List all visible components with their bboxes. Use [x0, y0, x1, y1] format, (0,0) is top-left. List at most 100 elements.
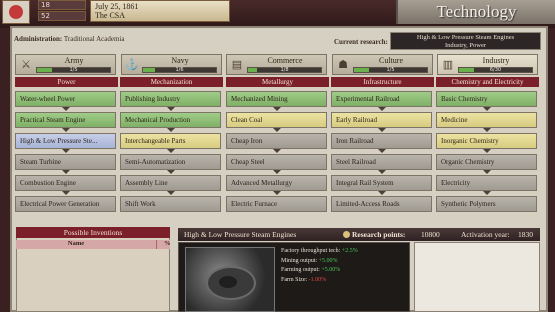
effect-row: Factory throughput tech: +2.5%	[281, 247, 406, 257]
tab-commerce[interactable]: ▤ Commerce 1/8	[226, 54, 327, 75]
tab-progress-text: 6/30	[489, 67, 502, 73]
research-points-value: 10800	[421, 230, 440, 239]
activation-year-value: 1830	[518, 230, 533, 239]
tech-button[interactable]: Publishing Industry	[120, 91, 221, 107]
tech-button[interactable]: Basic Chemistry	[436, 91, 537, 107]
tech-arrow-icon	[483, 107, 491, 111]
tech-button[interactable]: Limited-Access Roads	[331, 196, 432, 212]
tab-progress-bar: 1/5	[36, 67, 111, 73]
tech-button[interactable]: Iron Railroad	[331, 133, 432, 149]
tech-button[interactable]: Shift Work	[120, 196, 221, 212]
tech-button[interactable]: Cheap Iron	[226, 133, 327, 149]
tab-progress-text: 1/6	[175, 67, 184, 73]
tech-button[interactable]: Organic Chemistry	[436, 154, 537, 170]
tab-progress-text: 1/8	[280, 67, 289, 73]
effect-value: -1.00%	[308, 276, 327, 283]
tab-label: Industry	[482, 56, 510, 65]
activation-year-label: Activation year:	[461, 230, 510, 239]
tech-arrow-icon	[378, 149, 386, 153]
tech-button[interactable]: Clean Coal	[226, 112, 327, 128]
effect-label: Mining output:	[281, 257, 319, 264]
current-research-sub: Industry, Power	[444, 42, 487, 49]
tab-progress-bar: 1/8	[247, 67, 322, 73]
tech-button[interactable]: Electric Furnace	[226, 196, 327, 212]
tech-button[interactable]: Steam Turbine	[15, 154, 116, 170]
tech-button[interactable]: High & Low Pressure Ste...	[15, 133, 116, 149]
tech-button[interactable]: Early Railroad	[331, 112, 432, 128]
country-flag-icon[interactable]	[2, 0, 30, 24]
current-research-box[interactable]: High & Low Pressure Steam Engines Indust…	[390, 32, 541, 50]
tech-button[interactable]: Steel Railroad	[331, 154, 432, 170]
tech-button[interactable]: Synthetic Polymers	[436, 196, 537, 212]
tech-button[interactable]: Mechanized Mining	[226, 91, 327, 107]
tech-button[interactable]: Medicine	[436, 112, 537, 128]
tab-label: Culture	[379, 56, 403, 65]
effect-label: Farming output:	[281, 267, 322, 273]
tab-progress-bar: 1/5	[353, 67, 428, 73]
tab-progress-bar: 6/30	[458, 67, 533, 73]
tech-button[interactable]: Electricity	[436, 175, 537, 191]
research-points-label: Research points:	[352, 230, 406, 239]
tech-arrow-icon	[167, 107, 175, 111]
column-percent-header[interactable]: %	[164, 240, 171, 247]
column-name-header[interactable]: Name	[16, 240, 136, 247]
tab-label: Navy	[171, 56, 189, 65]
current-research-name: High & Low Pressure Steam Engines	[416, 34, 515, 41]
tech-arrow-icon	[483, 191, 491, 195]
tech-arrow-icon	[378, 170, 386, 174]
game-date: July 25, 1861	[95, 2, 139, 11]
tech-button[interactable]: Practical Steam Engine	[15, 112, 116, 128]
administration-row: Administration: Traditional Academia	[14, 35, 124, 43]
tech-arrow-icon	[378, 128, 386, 132]
effect-value: +2.5%	[341, 248, 358, 254]
window-title: Technology	[396, 0, 555, 24]
tech-button[interactable]: Inorganic Chemistry	[436, 133, 537, 149]
tech-button[interactable]: Semi-Automatization	[120, 154, 221, 170]
tech-arrow-icon	[483, 149, 491, 153]
tech-arrow-icon	[273, 170, 281, 174]
top-stats: 18 52	[38, 0, 86, 22]
effect-label: Factory throughput tech:	[281, 248, 342, 254]
tab-culture[interactable]: ☗ Culture 1/5	[332, 54, 433, 75]
tech-button[interactable]: Water-wheel Power	[15, 91, 116, 107]
chart-icon: ▤	[231, 59, 243, 71]
tech-button[interactable]: Interchangeable Parts	[120, 133, 221, 149]
tech-arrow-icon	[62, 149, 70, 153]
tech-button[interactable]: Cheap Steel	[226, 154, 327, 170]
tech-arrow-icon	[483, 128, 491, 132]
tab-navy[interactable]: ⚓ Navy 1/6	[121, 54, 222, 75]
country-name: The CSA	[95, 11, 125, 20]
tech-arrow-icon	[378, 191, 386, 195]
book-icon: ☗	[338, 59, 348, 71]
possible-inventions-title: Possible Inventions	[16, 227, 170, 238]
effect-value: +5.00%	[318, 257, 338, 264]
tech-arrow-icon	[62, 191, 70, 195]
rifle-icon: ⚔	[21, 59, 31, 71]
tech-arrow-icon	[167, 170, 175, 174]
tech-arrow-icon	[167, 128, 175, 132]
tab-progress-text: 1/5	[386, 67, 395, 73]
effect-row: Mining output: +5.00%	[281, 257, 406, 267]
tab-progress-bar: 1/6	[142, 67, 217, 73]
tech-description-panel	[414, 242, 540, 312]
column-header: Chemistry and Electricity	[436, 77, 539, 87]
tech-button[interactable]: Electrical Power Generation	[15, 196, 116, 212]
column-header: Mechanization	[120, 77, 223, 87]
tech-arrow-icon	[273, 149, 281, 153]
tech-button[interactable]: Assembly Line	[120, 175, 221, 191]
tech-arrow-icon	[483, 170, 491, 174]
tech-button[interactable]: Combustion Engine	[15, 175, 116, 191]
tech-button[interactable]: Mechanical Production	[120, 112, 221, 128]
stat-1: 18	[38, 0, 86, 10]
tech-arrow-icon	[273, 107, 281, 111]
tech-button[interactable]: Integral Rail System	[331, 175, 432, 191]
tech-button[interactable]: Advanced Metallurgy	[226, 175, 327, 191]
tech-button[interactable]: Experimental Railroad	[331, 91, 432, 107]
stat-2: 52	[38, 11, 86, 21]
tab-industry[interactable]: ▥ Industry 6/30	[437, 54, 538, 75]
tab-label: Commerce	[267, 56, 303, 65]
factory-icon: ▥	[442, 59, 454, 71]
tab-army[interactable]: ⚔ Army 1/5	[15, 54, 116, 75]
tech-arrow-icon	[167, 191, 175, 195]
tech-arrow-icon	[62, 128, 70, 132]
